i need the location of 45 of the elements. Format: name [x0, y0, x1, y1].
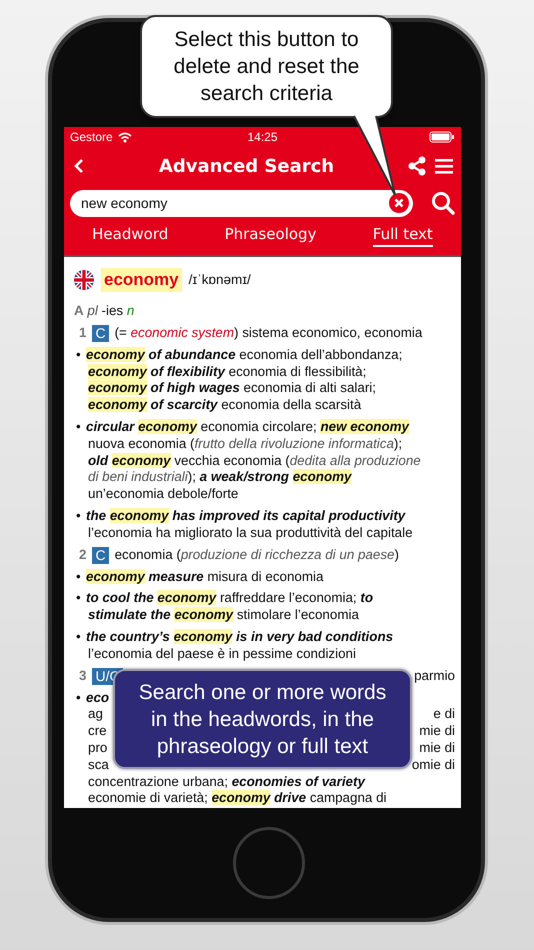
wifi-icon	[118, 132, 132, 142]
example-text: mie di	[419, 740, 455, 757]
sense-number: 2	[79, 546, 86, 564]
clock-text: 14:25	[247, 130, 278, 144]
example-paragraph: • to cool the economy raffreddare l’economia; to stimulate the economy stimolare l’economia	[75, 590, 374, 624]
definition-text: parmio	[414, 668, 455, 684]
sense-number: 3	[79, 668, 86, 684]
search-icon[interactable]	[431, 191, 455, 215]
example-text: omie di	[412, 756, 455, 774]
example-paragraph: • circular economy economia circolare; new economy nuova economia (frutto della rivoluzione informatica); old economy vecchia economia (dedita alla produzione di beni industriali); a weak/strong economy un’economia debole/forte	[75, 418, 422, 503]
back-icon[interactable]	[72, 158, 86, 174]
sense-number: 1	[79, 324, 86, 342]
headword-text: economy	[101, 268, 182, 292]
example-paragraph: • the economy has improved its capital productivity l’economia ha migliorato la sua produttività del capitale	[75, 508, 414, 542]
example-text: ag	[88, 706, 103, 724]
example-paragraph: • economy measure misura di economia	[75, 568, 324, 586]
grammar-line: A pl -ies n	[74, 303, 136, 320]
tab[interactable]: Full text	[372, 223, 433, 247]
grammar-badge: C	[92, 324, 109, 342]
bubble-text: Select this button to delete and reset the search criteria	[172, 27, 360, 107]
clear-icon[interactable]	[389, 193, 409, 213]
share-icon[interactable]	[407, 156, 427, 176]
grammar-badge: C	[92, 546, 109, 564]
battery-icon	[429, 131, 455, 143]
example-text: pro	[88, 740, 108, 757]
example-text: cre	[88, 723, 107, 740]
flag-icon	[74, 270, 94, 290]
screen-title: Advanced Search	[158, 156, 336, 176]
carrier-text: Gestore	[70, 130, 113, 144]
menu-icon[interactable]	[435, 158, 453, 174]
example-text: economie di varietà; economy drive campagna di	[88, 790, 386, 808]
pronunciation-text: /ɪˈkɒnəmɪ/	[188, 272, 251, 288]
tab[interactable]: Phraseology	[224, 223, 316, 247]
tab[interactable]: Headword	[92, 223, 168, 247]
example-text: eco	[86, 690, 110, 706]
example-paragraph: • economy of abundance economia dell’abbondanza; economy of flexibility economia di flessibilità; economy of high wages economia di alti salari; economy of scarcity economia della scarsità	[75, 346, 404, 414]
example-text: e di	[433, 706, 455, 724]
example-text: sca	[88, 756, 109, 774]
example-text: mie di	[419, 723, 455, 740]
example-text: concentrazione urbana; economies of variety	[88, 774, 365, 790]
banner-text: Search one or more words in the headwords, in the phraseology or full text	[138, 680, 388, 760]
bullet-mark: •	[75, 690, 82, 707]
example-paragraph: • the country’s economy is in very bad conditions l’economia del paese è in pessime condizioni	[75, 628, 394, 663]
definition-text: economia (produzione di ricchezza di un paese)	[114, 546, 399, 564]
definition-text: (= economic system) sistema economico, economia	[114, 324, 422, 342]
